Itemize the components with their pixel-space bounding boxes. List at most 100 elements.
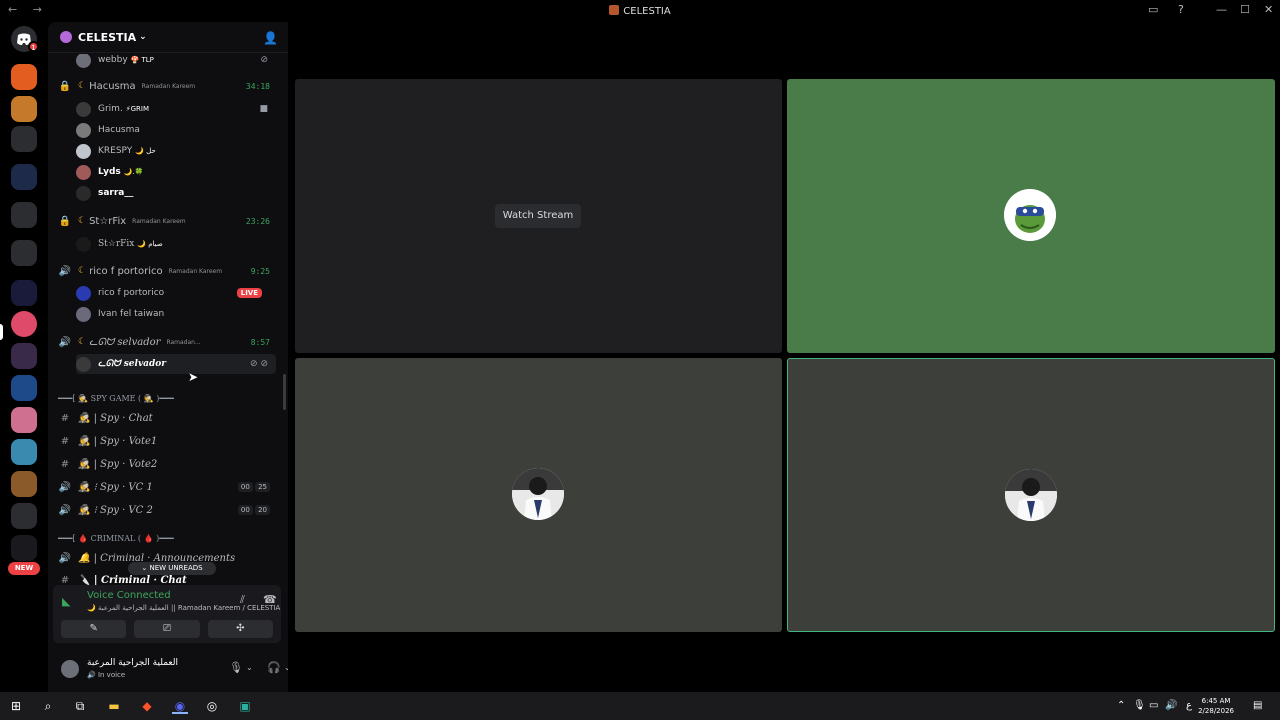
voice-channel-starfix[interactable]: 🔒 ☾ St☆rFix Ramadan Kareem 23:26 [58, 211, 280, 231]
voice-channel-rico[interactable]: 🔊 ☾ rico f portorico Ramadan Kareem 9:25 [58, 261, 280, 281]
windows-start-icon[interactable]: ⊞ [8, 698, 24, 714]
screen-share-button[interactable]: ⎚ [134, 620, 200, 638]
user-name: KRESPY [98, 146, 133, 156]
server-header[interactable]: CELESTIA ⌄ 👤 [48, 22, 288, 53]
search-icon[interactable]: ⌕ [40, 698, 56, 714]
user-name: webby [98, 55, 128, 65]
server-folder-icon-3[interactable] [11, 240, 37, 266]
participant-tile[interactable] [787, 79, 1275, 353]
discord-taskbar-icon[interactable]: ◉ [172, 698, 188, 714]
noise-suppression-icon[interactable]: ⫽ [240, 593, 245, 607]
lock-icon: 🔒 [58, 80, 72, 92]
channel-name: 🔪 | Criminal · Chat [78, 574, 187, 586]
voice-channel-tag: Ramadan Kareem [132, 217, 186, 225]
activities-button[interactable]: ✣ [207, 620, 273, 638]
voice-user[interactable]: Lyds 🌙.🍀 [76, 162, 276, 182]
tray-chevron-icon[interactable]: ⌃ [1117, 700, 1125, 711]
server-icon-blue[interactable] [11, 164, 37, 190]
participant-tile-speaking[interactable] [787, 358, 1275, 632]
server-icon-game[interactable] [11, 96, 37, 122]
text-channel[interactable]: # 🕵 | Spy · Vote2 [58, 453, 280, 475]
server-icon-folder[interactable] [11, 280, 37, 306]
avatar [76, 285, 91, 301]
server-icon-brown[interactable] [11, 471, 37, 497]
file-explorer-icon[interactable]: ▬ [106, 698, 122, 714]
microphone-icon[interactable]: 🎙 [1133, 700, 1146, 711]
server-icon-agr[interactable] [11, 343, 37, 369]
task-view-icon[interactable]: ⧉ [72, 698, 88, 714]
scrollbar[interactable] [283, 374, 286, 410]
voice-channel[interactable]: 🔊 🕵 ⁝ Spy · VC 1 00 25 [58, 476, 280, 498]
voice-channel-name: ᓚᘏᗢ selvador [89, 336, 161, 348]
notifications-icon[interactable]: ▤ [1253, 700, 1262, 711]
camera-toggle-button[interactable]: ✎ [61, 620, 127, 638]
watch-stream-button[interactable]: Watch Stream [495, 204, 581, 228]
volume-icon[interactable]: 🔊 [1165, 700, 1177, 711]
avatar [76, 54, 91, 68]
server-folder-icon-4[interactable] [11, 503, 37, 529]
server-icon-r[interactable] [11, 375, 37, 401]
server-icon-dark[interactable] [11, 535, 37, 561]
server-icon-celestia[interactable] [11, 311, 37, 337]
brave-browser-icon[interactable]: ◆ [139, 698, 155, 714]
participant-tile[interactable] [295, 358, 782, 632]
participant-avatar [512, 468, 564, 520]
new-unreads-button[interactable]: ⌄ NEW UNREADS [128, 562, 216, 575]
voice-user-selected[interactable]: ᓚᘏᗢ selvador ⊘ ⊘ [76, 354, 276, 374]
voice-connected-subtitle[interactable]: 🌙 العملية الجراحية المرعبة || Ramadan Ka… [87, 604, 280, 612]
live-badge: LIVE [236, 288, 262, 298]
minimize-icon[interactable]: — [1216, 3, 1227, 16]
voice-user[interactable]: Hacusma [76, 120, 276, 140]
maximize-icon[interactable]: ☐ [1240, 3, 1250, 16]
microphone-icon[interactable]: 🎙 [229, 661, 243, 674]
voice-user[interactable]: Ivan fel taiwan [76, 304, 276, 324]
chevron-down-icon[interactable]: ⌄ [246, 663, 253, 672]
hash-icon: # [60, 574, 70, 586]
voice-channel[interactable]: 🔊 🕵 ⁝ Spy · VC 2 00 20 [58, 499, 280, 521]
server-folder-icon[interactable] [11, 126, 37, 152]
voice-user[interactable]: Grim. ⚡GRIM ■ [76, 99, 276, 119]
server-icon-anime[interactable] [11, 407, 37, 433]
close-icon[interactable]: ✕ [1264, 3, 1273, 16]
server-icon-sky[interactable] [11, 439, 37, 465]
voice-connected-title[interactable]: Voice Connected [87, 590, 171, 601]
channel-name: 🕵 ⁝ Spy · VC 2 [78, 504, 153, 516]
server-icon [609, 5, 620, 15]
voice-user[interactable]: KRESPY 🌙 حل [76, 141, 276, 161]
mute-icon: ⊘ [260, 55, 268, 65]
clock[interactable]: 6:45 AM 2/28/2026 [1198, 696, 1234, 716]
voice-channel-tag: Ramadan... [166, 338, 201, 346]
voice-channel-hacusma[interactable]: 🔒 ☾ Hacusma Ramadan Kareem 34:18 [58, 76, 280, 96]
headphones-icon[interactable]: 🎧 [267, 661, 281, 674]
voice-user[interactable]: sarra__ [76, 183, 276, 203]
text-channel[interactable]: # 🕵 | Spy · Vote1 [58, 430, 280, 452]
server-rail: 1 NEW [0, 22, 48, 692]
voice-channel-selvador[interactable]: 🔊 ☾ ᓚᘏᗢ selvador Ramadan... 8:57 [58, 332, 280, 352]
voice-user[interactable]: rico f portorico LIVE [76, 283, 276, 303]
user-panel-name[interactable]: العملية الجراحية المرعبة [87, 658, 178, 668]
user-tag: 🌙 حل [135, 147, 156, 155]
voice-channel-name: rico f portorico [89, 265, 163, 277]
language-indicator[interactable]: ع [1186, 700, 1192, 711]
avatar [76, 143, 91, 159]
disconnect-icon[interactable]: ☎ [263, 593, 277, 606]
category-spy-game[interactable]: ━━━[ 🕵 SPY GAME ( 🕵 )━━━ [58, 394, 174, 403]
text-channel[interactable]: # 🕵 | Spy · Chat [58, 407, 280, 429]
user-name: Ivan fel taiwan [98, 309, 165, 319]
help-icon[interactable]: ? [1178, 3, 1184, 16]
server-icon-flame[interactable] [11, 64, 37, 90]
server-folder-icon-2[interactable] [11, 202, 37, 228]
voice-channel-tag: Ramadan Kareem [141, 82, 196, 90]
channel-name: 🕵 | Spy · Vote2 [78, 458, 158, 470]
stream-tile[interactable]: Watch Stream [295, 79, 782, 353]
invite-icon[interactable]: 👤 [263, 31, 278, 45]
category-criminal[interactable]: ━━━[ 🩸 CRIMINAL ( 🩸 )━━━ [58, 534, 174, 543]
inbox-icon[interactable]: ▭ [1148, 3, 1158, 16]
signal-icon: ◣ [62, 595, 71, 608]
obs-icon[interactable]: ◎ [204, 698, 220, 714]
app-icon[interactable]: ▣ [237, 698, 253, 714]
voice-user[interactable]: webby 🍄 TLP ⊘ [76, 54, 276, 70]
network-icon[interactable]: ▭ [1149, 700, 1158, 711]
voice-user[interactable]: St☆rFix 🌙 صيام [76, 234, 276, 254]
avatar[interactable] [59, 658, 81, 680]
